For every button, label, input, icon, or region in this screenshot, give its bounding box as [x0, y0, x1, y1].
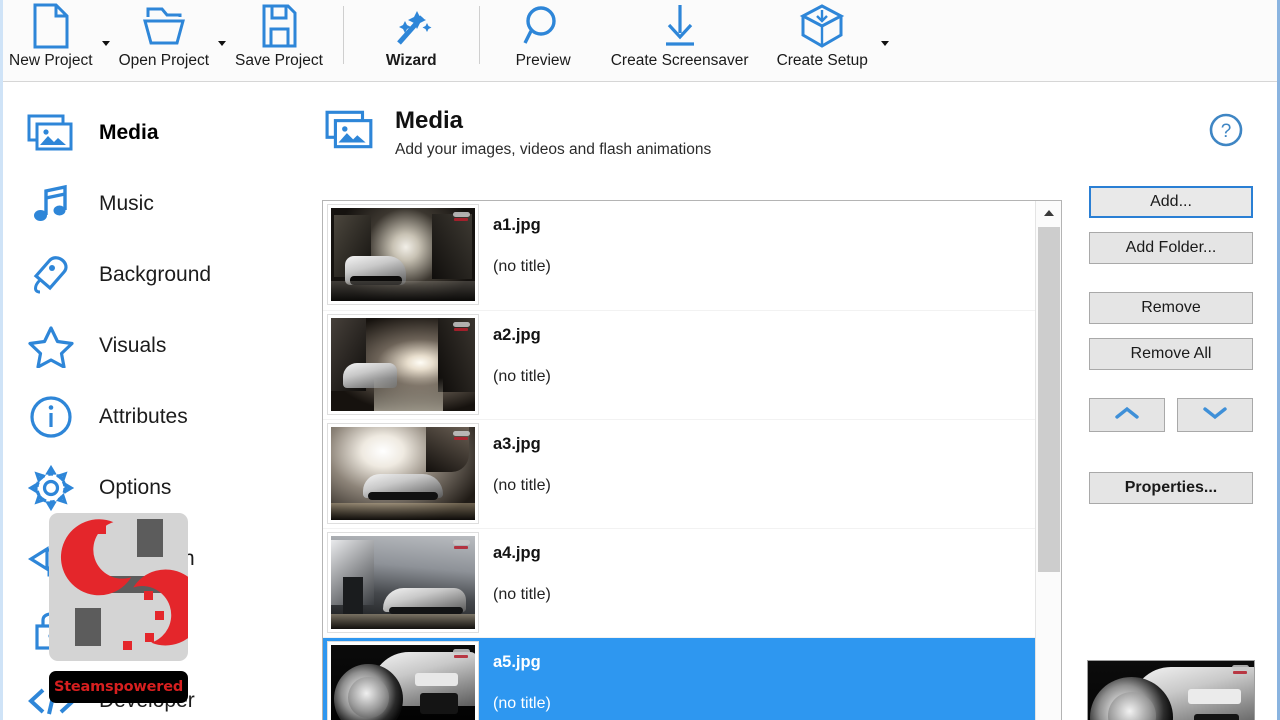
- media-thumbnail: [327, 532, 479, 633]
- download-arrow-icon: [657, 0, 703, 52]
- media-title: (no title): [493, 585, 551, 603]
- magnifier-icon: [520, 0, 566, 52]
- open-folder-icon: [136, 0, 192, 52]
- toolbar-new-project[interactable]: New Project: [3, 0, 99, 82]
- properties-button[interactable]: Properties...: [1089, 472, 1253, 504]
- media-list-row[interactable]: a3.jpg (no title): [323, 419, 1035, 528]
- toolbar-open-project-label: Open Project: [118, 52, 210, 69]
- images-stack-icon: [325, 108, 377, 156]
- media-title: (no title): [493, 476, 551, 494]
- add-folder-button[interactable]: Add Folder...: [1089, 232, 1253, 264]
- sidebar-item-music-label: Music: [99, 191, 154, 215]
- media-list-panel: a1.jpg (no title) a2.jpg (no title) a3.j…: [322, 200, 1062, 720]
- media-actions-panel: Add... Add Folder... Remove Remove All P…: [1089, 186, 1257, 504]
- toolbar-create-setup[interactable]: Create Setup: [767, 0, 878, 82]
- media-list-row[interactable]: a1.jpg (no title): [323, 201, 1035, 310]
- toolbar-wizard-label: Wizard: [385, 52, 437, 69]
- media-list-row[interactable]: a4.jpg (no title): [323, 528, 1035, 637]
- media-list-row[interactable]: a2.jpg (no title): [323, 310, 1035, 419]
- vertical-scroll-thumb[interactable]: [1038, 227, 1060, 572]
- toolbar-create-screensaver[interactable]: Create Screensaver: [593, 0, 767, 82]
- chevron-down-icon: [1202, 405, 1228, 426]
- application-window: New Project Open Project Save Project Wi…: [0, 0, 1280, 720]
- help-circle-icon[interactable]: ?: [1208, 112, 1244, 148]
- toolbar-create-screensaver-label: Create Screensaver: [610, 52, 749, 69]
- media-thumbnail: [327, 204, 479, 305]
- toolbar-open-project-caret[interactable]: [215, 0, 229, 82]
- remove-all-button[interactable]: Remove All: [1089, 338, 1253, 370]
- sidebar-item-media[interactable]: Media: [3, 97, 303, 168]
- toolbar-new-project-caret[interactable]: [99, 0, 113, 82]
- media-title: (no title): [493, 367, 551, 385]
- page-subtitle: Add your images, videos and flash animat…: [395, 141, 712, 159]
- red-gears-logo: [61, 519, 204, 650]
- sidebar-item-background[interactable]: Background: [3, 239, 303, 310]
- sidebar-item-background-label: Background: [99, 262, 212, 286]
- page-title: Media: [395, 107, 464, 134]
- media-thumbnail: [327, 314, 479, 415]
- watermark-badge: Steamspowered: [49, 671, 188, 703]
- toolbar-preview[interactable]: Preview: [494, 0, 593, 82]
- media-list-scrollbar[interactable]: [1035, 201, 1061, 720]
- move-down-button[interactable]: [1177, 398, 1253, 432]
- toolbar-open-project[interactable]: Open Project: [113, 0, 215, 82]
- media-filename: a4.jpg: [493, 544, 541, 562]
- scroll-up-chevron-up-icon[interactable]: [1036, 201, 1061, 225]
- toolbar-create-setup-caret[interactable]: [878, 0, 892, 82]
- media-filename: a5.jpg: [493, 653, 541, 671]
- content-area: Media Add your images, videos and flash …: [303, 83, 1277, 720]
- page-header: Media Add your images, videos and flash …: [325, 108, 711, 159]
- sidebar-item-visuals-label: Visuals: [99, 333, 167, 357]
- magic-wand-icon: [386, 0, 436, 52]
- sidebar-item-media-label: Media: [99, 120, 159, 144]
- sidebar-item-attributes-label: Attributes: [99, 404, 188, 428]
- new-document-icon: [28, 0, 74, 52]
- media-list-row-selected[interactable]: a5.jpg (no title): [323, 637, 1035, 720]
- toolbar-wizard[interactable]: Wizard: [358, 0, 465, 82]
- chevron-up-icon: [1114, 405, 1140, 426]
- sidebar-item-visuals[interactable]: Visuals: [3, 310, 303, 381]
- media-thumbnail: [327, 641, 479, 720]
- media-filename: a1.jpg: [493, 216, 541, 234]
- media-list-scroll-region[interactable]: a1.jpg (no title) a2.jpg (no title) a3.j…: [323, 201, 1035, 720]
- media-filename: a2.jpg: [493, 326, 541, 344]
- music-note-icon: [25, 180, 77, 228]
- star-icon: [25, 322, 77, 370]
- toolbar-group-file: New Project Open Project Save Project: [3, 0, 329, 82]
- toolbar-save-project[interactable]: Save Project: [229, 0, 329, 82]
- toolbar-preview-label: Preview: [515, 52, 571, 69]
- watermark-badge-text: Steamspowered: [53, 679, 184, 695]
- watermark-logo-overlay: [49, 513, 204, 661]
- toolbar-save-project-label: Save Project: [235, 52, 323, 69]
- package-box-icon: [796, 0, 848, 52]
- media-title: (no title): [493, 257, 551, 275]
- media-filename: a3.jpg: [493, 435, 541, 453]
- toolbar-create-setup-label: Create Setup: [776, 52, 868, 69]
- info-circle-icon: [25, 393, 77, 441]
- save-disk-icon: [256, 0, 302, 52]
- main-toolbar: New Project Open Project Save Project Wi…: [3, 0, 1277, 82]
- toolbar-separator-1: [342, 6, 344, 64]
- sidebar-item-options-label: Options: [99, 475, 172, 499]
- sidebar-item-music[interactable]: Music: [3, 168, 303, 239]
- toolbar-new-project-label: New Project: [9, 52, 93, 69]
- media-preview-thumbnail: [1087, 660, 1255, 720]
- paint-roller-icon: [25, 251, 77, 299]
- gear-icon: [25, 464, 77, 512]
- move-up-button[interactable]: [1089, 398, 1165, 432]
- images-stack-icon: [25, 109, 77, 157]
- toolbar-separator-2: [478, 6, 480, 64]
- sidebar-item-attributes[interactable]: Attributes: [3, 381, 303, 452]
- toolbar-group-output: Preview Create Screensaver Create Setup: [494, 0, 892, 82]
- remove-button[interactable]: Remove: [1089, 292, 1253, 324]
- toolbar-group-wizard: Wizard: [358, 0, 465, 82]
- svg-text:?: ?: [1221, 121, 1232, 142]
- add-button[interactable]: Add...: [1089, 186, 1253, 218]
- media-thumbnail: [327, 423, 479, 524]
- media-title: (no title): [493, 694, 551, 712]
